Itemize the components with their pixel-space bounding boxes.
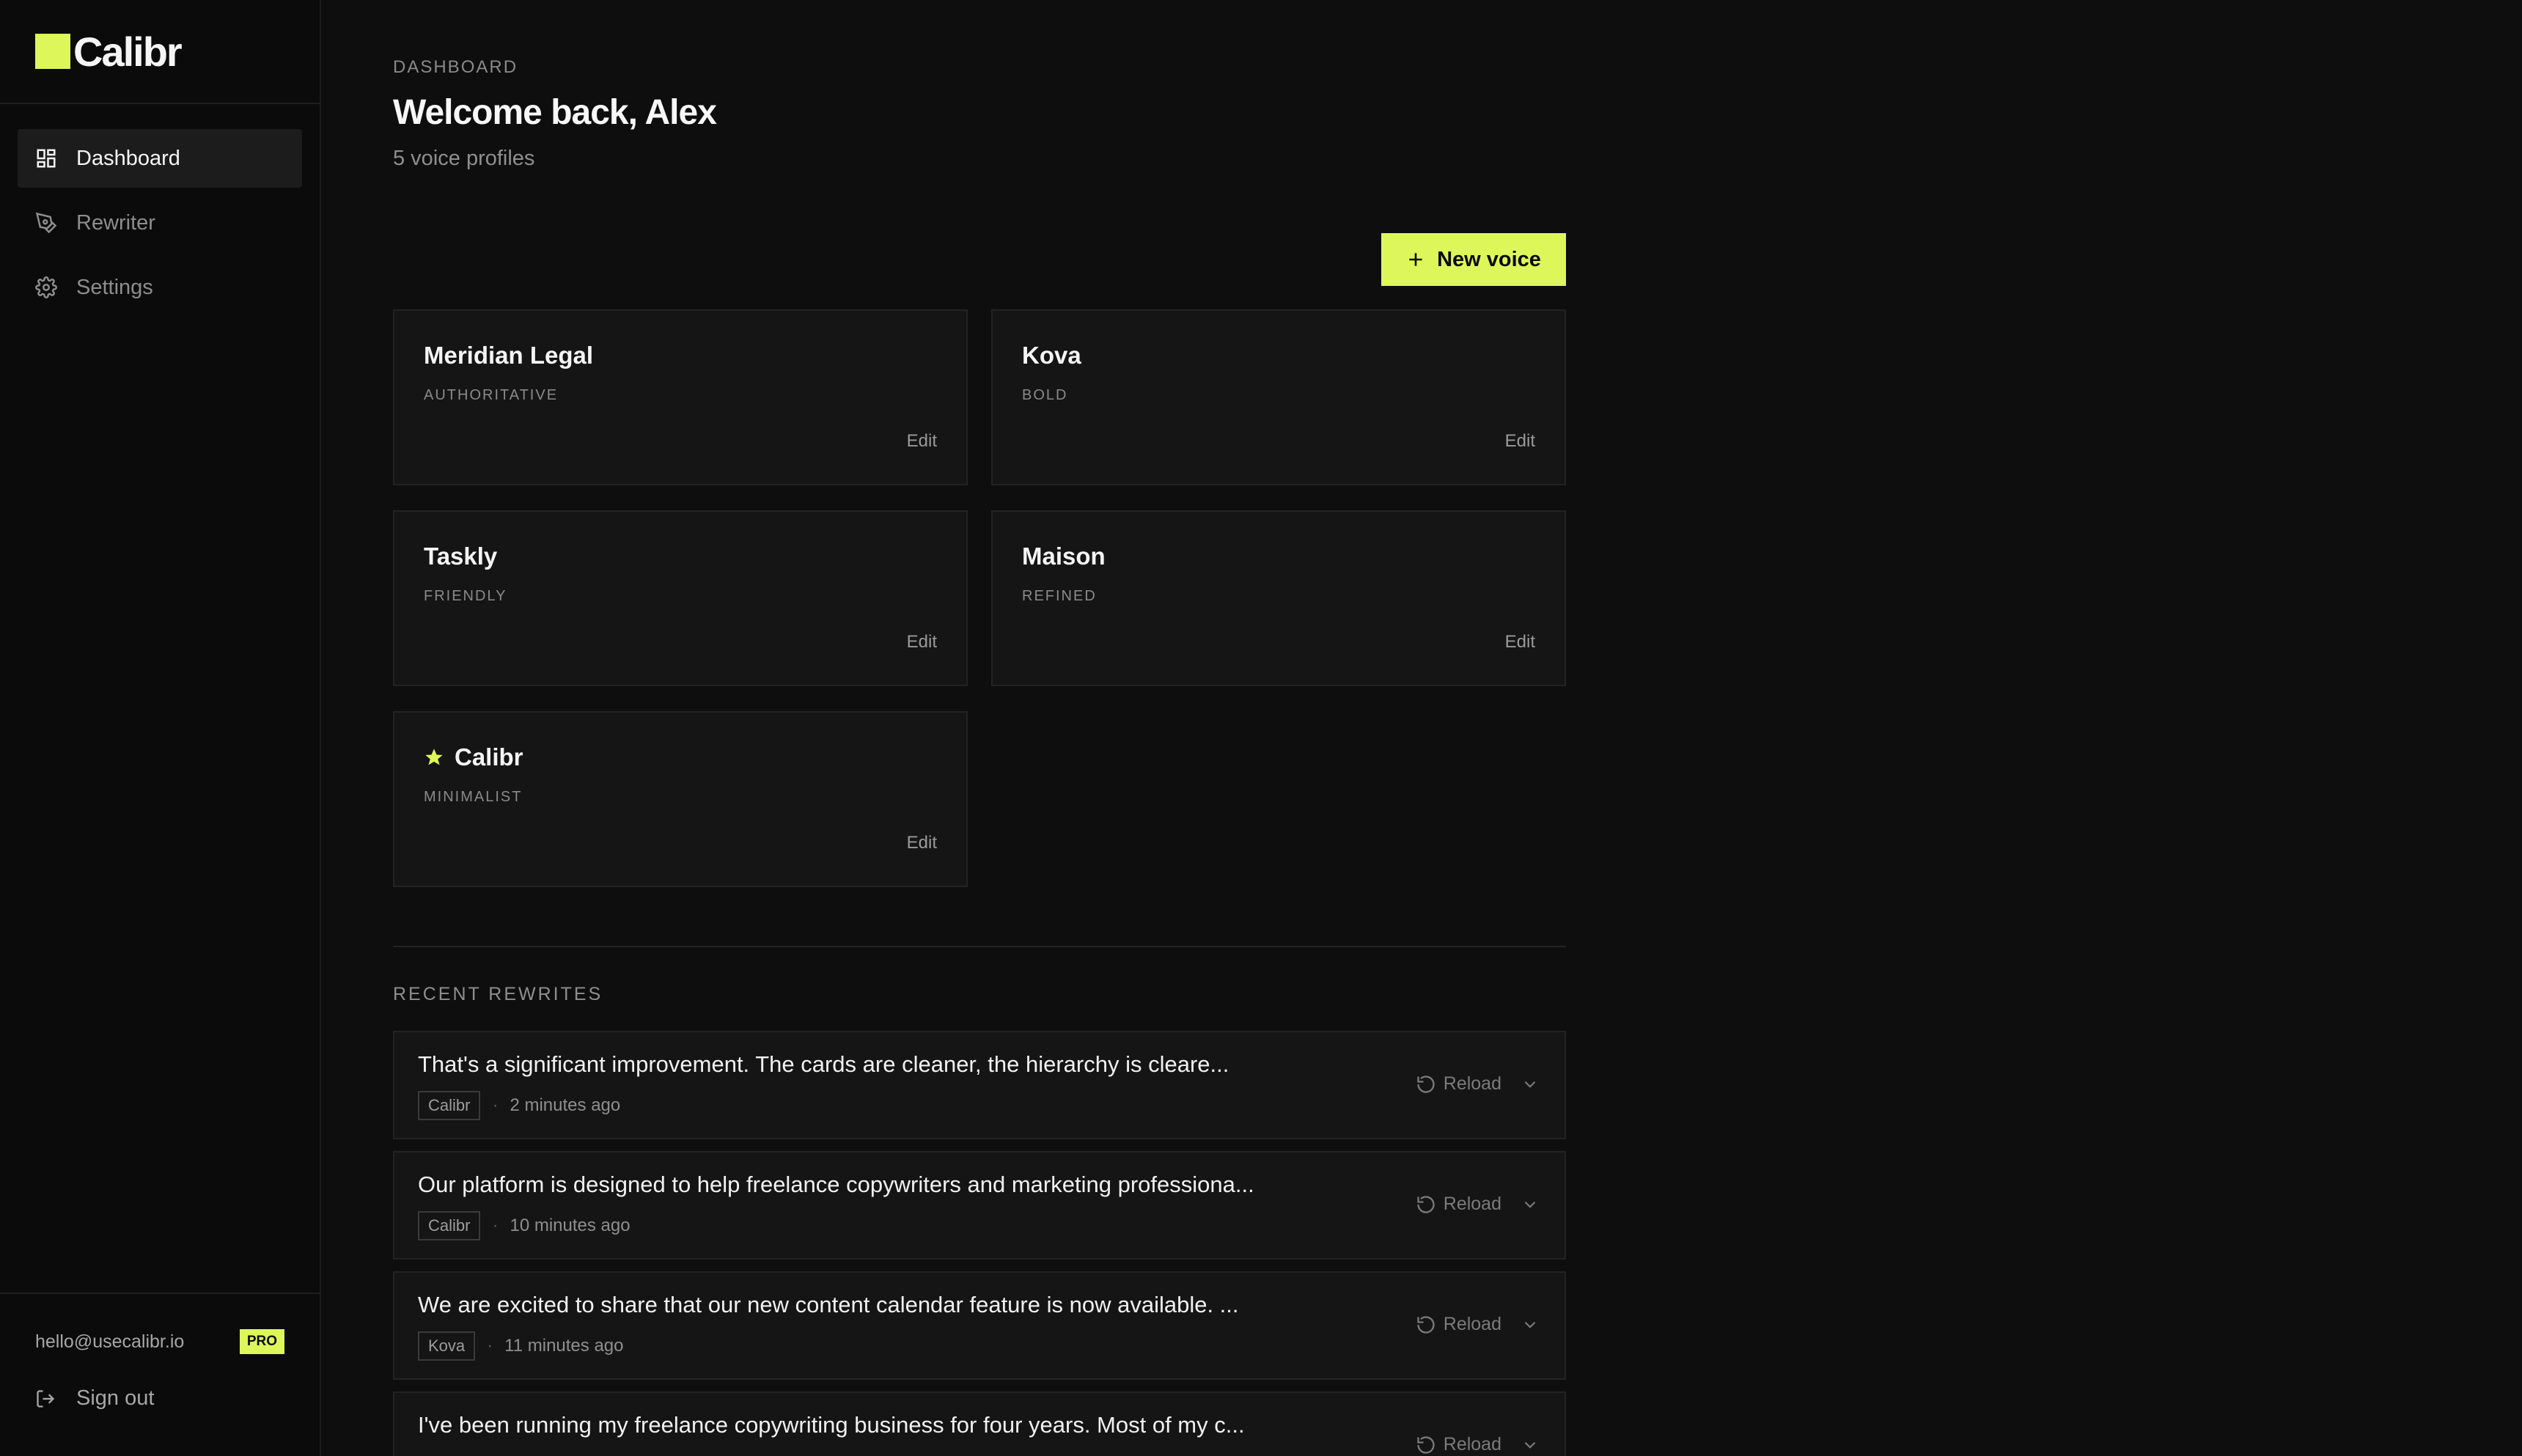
voice-card[interactable]: Meridian Legal AUTHORITATIVE Edit (393, 309, 968, 485)
pen-nib-icon (35, 212, 57, 234)
chevron-down-icon[interactable] (1521, 1435, 1540, 1455)
voice-card[interactable]: Maison REFINED Edit (991, 510, 1566, 686)
rewrite-time: 2 minutes ago (510, 1095, 621, 1115)
rewrite-row[interactable]: Our platform is designed to help freelan… (393, 1151, 1566, 1260)
reload-icon (1417, 1315, 1435, 1334)
reload-button[interactable]: Reload (1416, 1314, 1501, 1335)
rewrite-row[interactable]: That's a significant improvement. The ca… (393, 1031, 1566, 1139)
new-voice-label: New voice (1437, 247, 1541, 271)
chevron-down-icon[interactable] (1521, 1075, 1540, 1094)
rewrite-actions: Reload (1416, 1073, 1540, 1095)
meta-separator: · (487, 1336, 493, 1356)
rewrite-text: Our platform is designed to help freelan… (418, 1172, 1254, 1197)
reload-label: Reload (1443, 1194, 1501, 1214)
voice-name-text: Taskly (424, 543, 498, 570)
plan-badge: PRO (239, 1329, 284, 1354)
rewrite-actions: Reload (1416, 1434, 1540, 1455)
sidebar-item-rewriter[interactable]: Rewriter (18, 194, 302, 252)
voice-tag: Kova (418, 1331, 476, 1361)
sidebar-item-settings[interactable]: Settings (18, 258, 302, 317)
reload-icon (1417, 1435, 1435, 1454)
voice-name: Maison (1022, 543, 1106, 570)
logo[interactable]: Calibr (0, 0, 320, 104)
sidebar-item-label: Settings (76, 275, 153, 299)
account-row: hello@usecalibr.io PRO (0, 1329, 320, 1354)
rewrite-meta: Kova · 11 minutes ago (418, 1331, 623, 1361)
reload-label: Reload (1443, 1434, 1501, 1455)
voice-name: Taskly (424, 543, 497, 570)
sidebar: Calibr Dashboard Rewriter Settings hello… (0, 0, 321, 1456)
account-email: hello@usecalibr.io (35, 1331, 185, 1352)
gear-icon (35, 276, 57, 298)
page-title: Welcome back, Alex (393, 93, 717, 132)
voice-tone: BOLD (1022, 387, 1068, 403)
edit-voice-link[interactable]: Edit (1505, 632, 1535, 652)
voice-tone: AUTHORITATIVE (424, 387, 559, 403)
voice-tag: Calibr (418, 1091, 481, 1120)
edit-voice-link[interactable]: Edit (907, 833, 937, 853)
voice-name: Kova (1022, 342, 1081, 369)
rewrite-meta: Calibr · 2 minutes ago (418, 1091, 620, 1120)
voice-name-text: Calibr (455, 743, 523, 771)
edit-voice-link[interactable]: Edit (907, 632, 937, 652)
voice-tone: REFINED (1022, 588, 1097, 604)
plus-icon (1409, 253, 1422, 266)
voice-name: Meridian Legal (424, 342, 593, 369)
rewrite-text: That's a significant improvement. The ca… (418, 1051, 1229, 1077)
recent-rewrites-heading: RECENT REWRITES (393, 984, 603, 1004)
meta-separator: · (492, 1095, 499, 1115)
reload-button[interactable]: Reload (1416, 1194, 1501, 1215)
chevron-down-icon[interactable] (1521, 1315, 1540, 1334)
rewrite-text: We are excited to share that our new con… (418, 1292, 1239, 1317)
edit-voice-link[interactable]: Edit (1505, 431, 1535, 452)
voice-name-text: Kova (1022, 342, 1081, 369)
sidebar-nav: Dashboard Rewriter Settings (0, 104, 320, 317)
reload-icon (1417, 1195, 1435, 1213)
star-icon (425, 749, 443, 765)
voice-card[interactable]: Taskly FRIENDLY Edit (393, 510, 968, 686)
sidebar-item-dashboard[interactable]: Dashboard (18, 129, 302, 188)
voice-tag: Calibr (418, 1211, 481, 1240)
rewrite-text: I've been running my freelance copywriti… (418, 1412, 1245, 1438)
rewrite-actions: Reload (1416, 1314, 1540, 1335)
sidebar-item-label: Dashboard (76, 146, 180, 170)
rewrite-time: 11 minutes ago (504, 1336, 624, 1356)
sign-out-label: Sign out (76, 1386, 155, 1410)
sidebar-item-label: Rewriter (76, 210, 155, 235)
reload-label: Reload (1443, 1073, 1501, 1094)
new-voice-button[interactable]: New voice (1381, 233, 1566, 286)
sign-out-icon (37, 1389, 55, 1408)
voice-card[interactable]: Calibr MINIMALIST Edit (393, 711, 968, 887)
chevron-down-icon[interactable] (1521, 1195, 1540, 1214)
sign-out-button[interactable]: Sign out (0, 1386, 320, 1411)
reload-icon (1417, 1075, 1435, 1093)
dashboard-grid-icon (37, 149, 56, 168)
rewrite-time: 10 minutes ago (510, 1216, 630, 1235)
voice-name-text: Meridian Legal (424, 342, 594, 369)
rewrite-meta: Calibr · 10 minutes ago (418, 1211, 630, 1240)
voice-tone: FRIENDLY (424, 588, 507, 604)
reload-button[interactable]: Reload (1416, 1073, 1501, 1095)
rewrite-actions: Reload (1416, 1194, 1540, 1215)
reload-button[interactable]: Reload (1416, 1434, 1501, 1455)
meta-separator: · (492, 1216, 499, 1235)
voice-card[interactable]: Kova BOLD Edit (991, 309, 1566, 485)
reload-label: Reload (1443, 1314, 1501, 1334)
logo-mark-icon (35, 34, 70, 69)
voice-name-text: Maison (1022, 543, 1106, 570)
sidebar-footer: hello@usecalibr.io PRO Sign out (0, 1293, 320, 1456)
rewrite-row[interactable]: We are excited to share that our new con… (393, 1271, 1566, 1380)
rewrite-row[interactable]: I've been running my freelance copywriti… (393, 1391, 1566, 1456)
voice-tone: MINIMALIST (424, 789, 523, 805)
edit-voice-link[interactable]: Edit (907, 431, 937, 452)
voice-name: Calibr (424, 743, 523, 771)
page-eyebrow: DASHBOARD (393, 57, 518, 77)
page-subtitle: 5 voice profiles (393, 147, 535, 170)
logo-text: Calibr (73, 28, 183, 75)
section-divider (393, 946, 1566, 947)
